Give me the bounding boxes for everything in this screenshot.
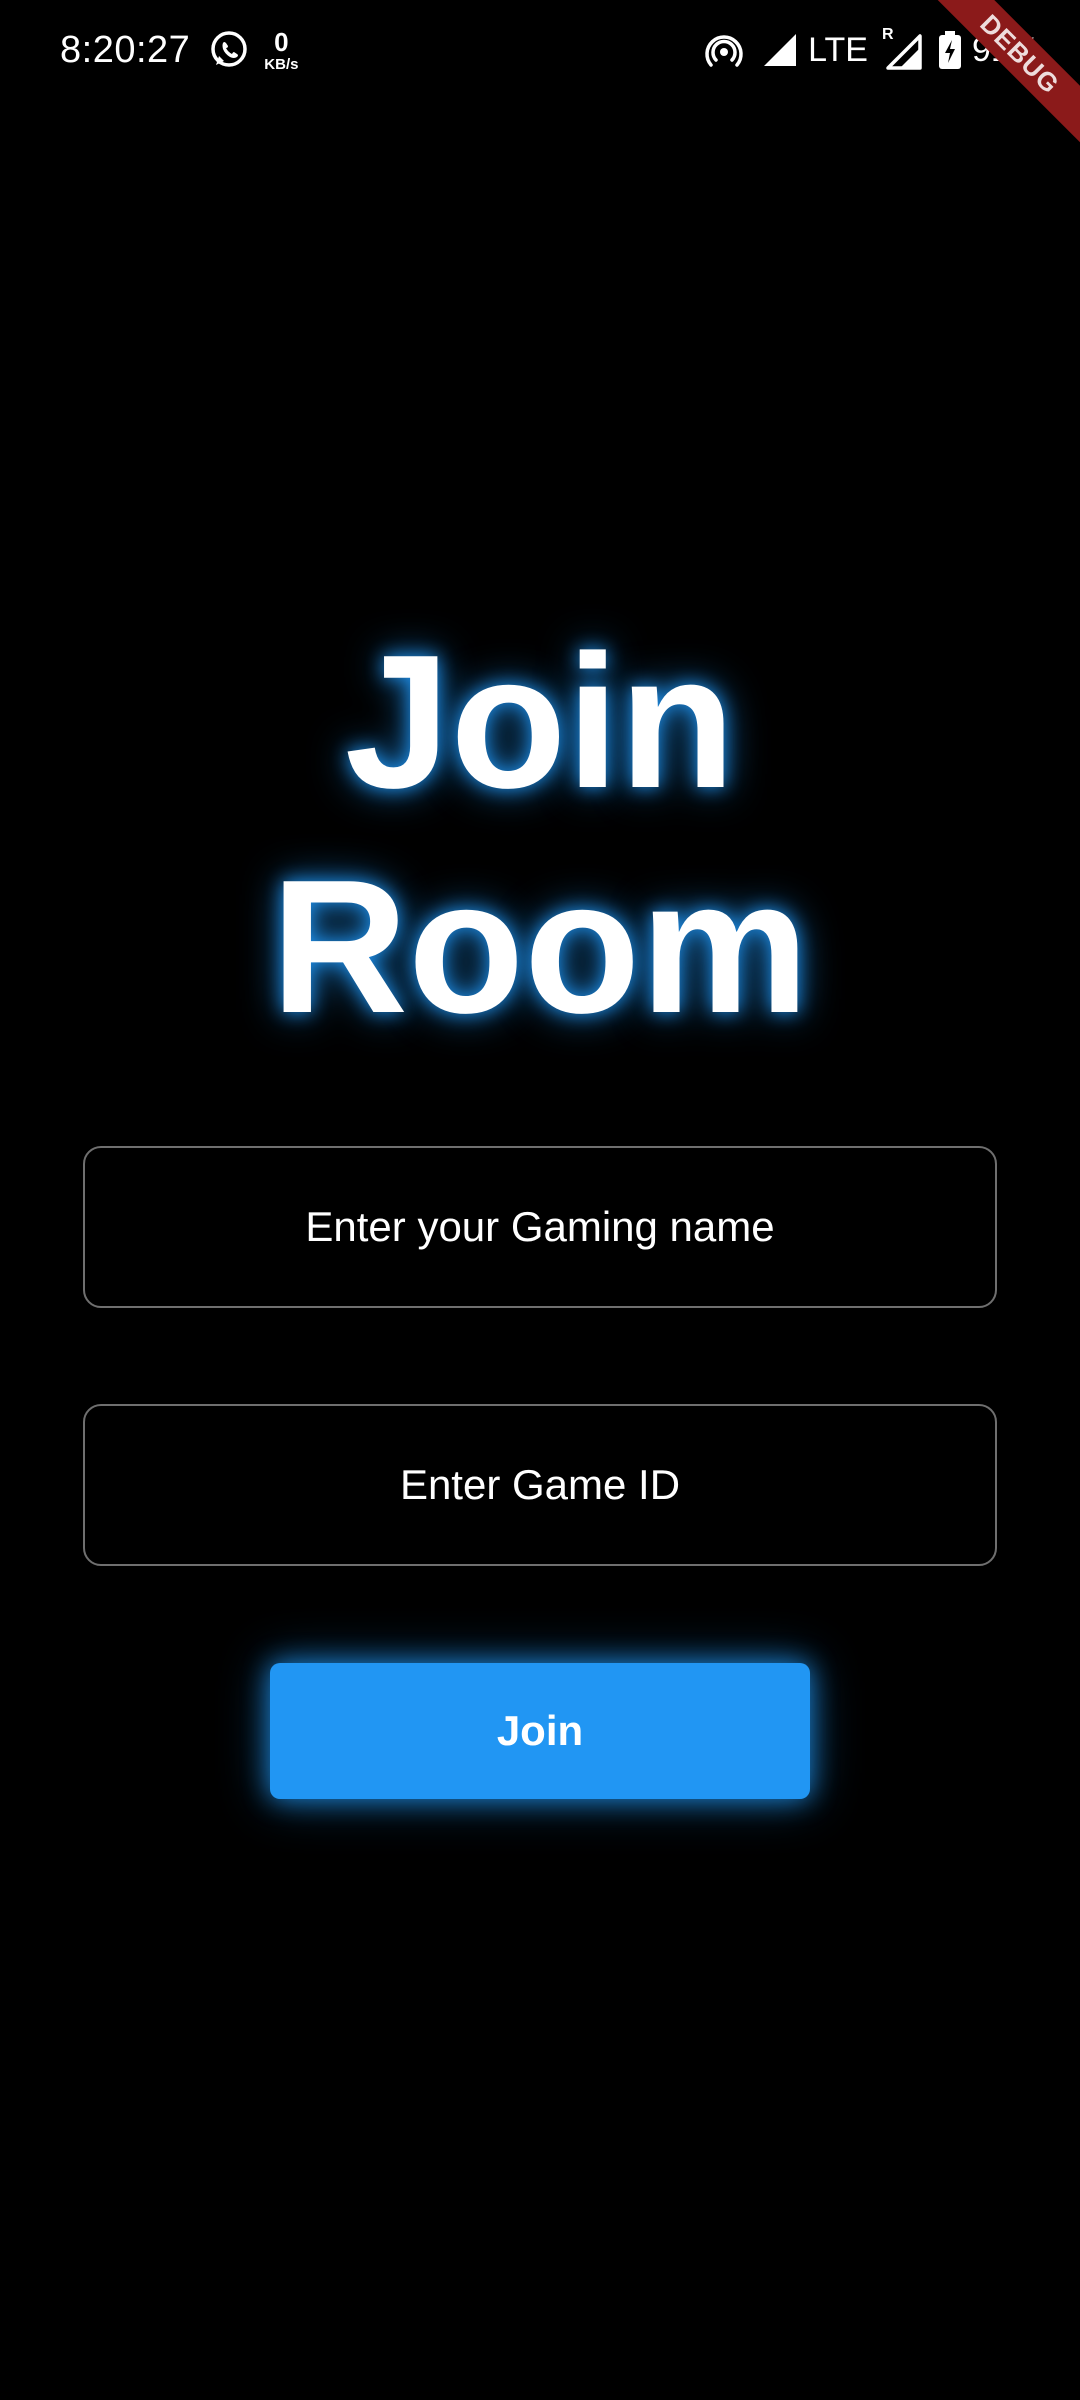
roaming-label: R	[881, 26, 894, 43]
gaming-name-field[interactable]	[83, 1146, 997, 1308]
network-speed-value: 0	[274, 26, 289, 57]
gaming-name-input[interactable]	[85, 1148, 995, 1306]
network-type: LTE	[808, 30, 868, 69]
game-id-input[interactable]	[85, 1406, 995, 1564]
whatsapp-icon	[208, 29, 250, 71]
join-button[interactable]: Join	[270, 1663, 810, 1799]
signal-icon	[762, 32, 798, 68]
status-bar: 8:20:27 0 KB/s LTE R	[0, 0, 1080, 100]
page-title: Join Room	[0, 610, 1080, 1060]
status-time: 8:20:27	[60, 28, 191, 71]
network-speed-unit: KB/s	[264, 55, 299, 73]
game-id-field[interactable]	[83, 1404, 997, 1566]
page-title-line-2: Room	[270, 841, 810, 1053]
hotspot-icon	[704, 30, 744, 70]
battery-charging-icon	[938, 30, 962, 70]
status-bar-left: 8:20:27 0 KB/s	[60, 29, 298, 72]
join-room-screen: 8:20:27 0 KB/s LTE R DEBUG Join Room Ent…	[0, 0, 1080, 2400]
page-title-line-1: Join	[344, 616, 736, 828]
network-speed: 0 KB/s	[264, 29, 298, 72]
roaming-signal-icon: R	[882, 26, 922, 70]
